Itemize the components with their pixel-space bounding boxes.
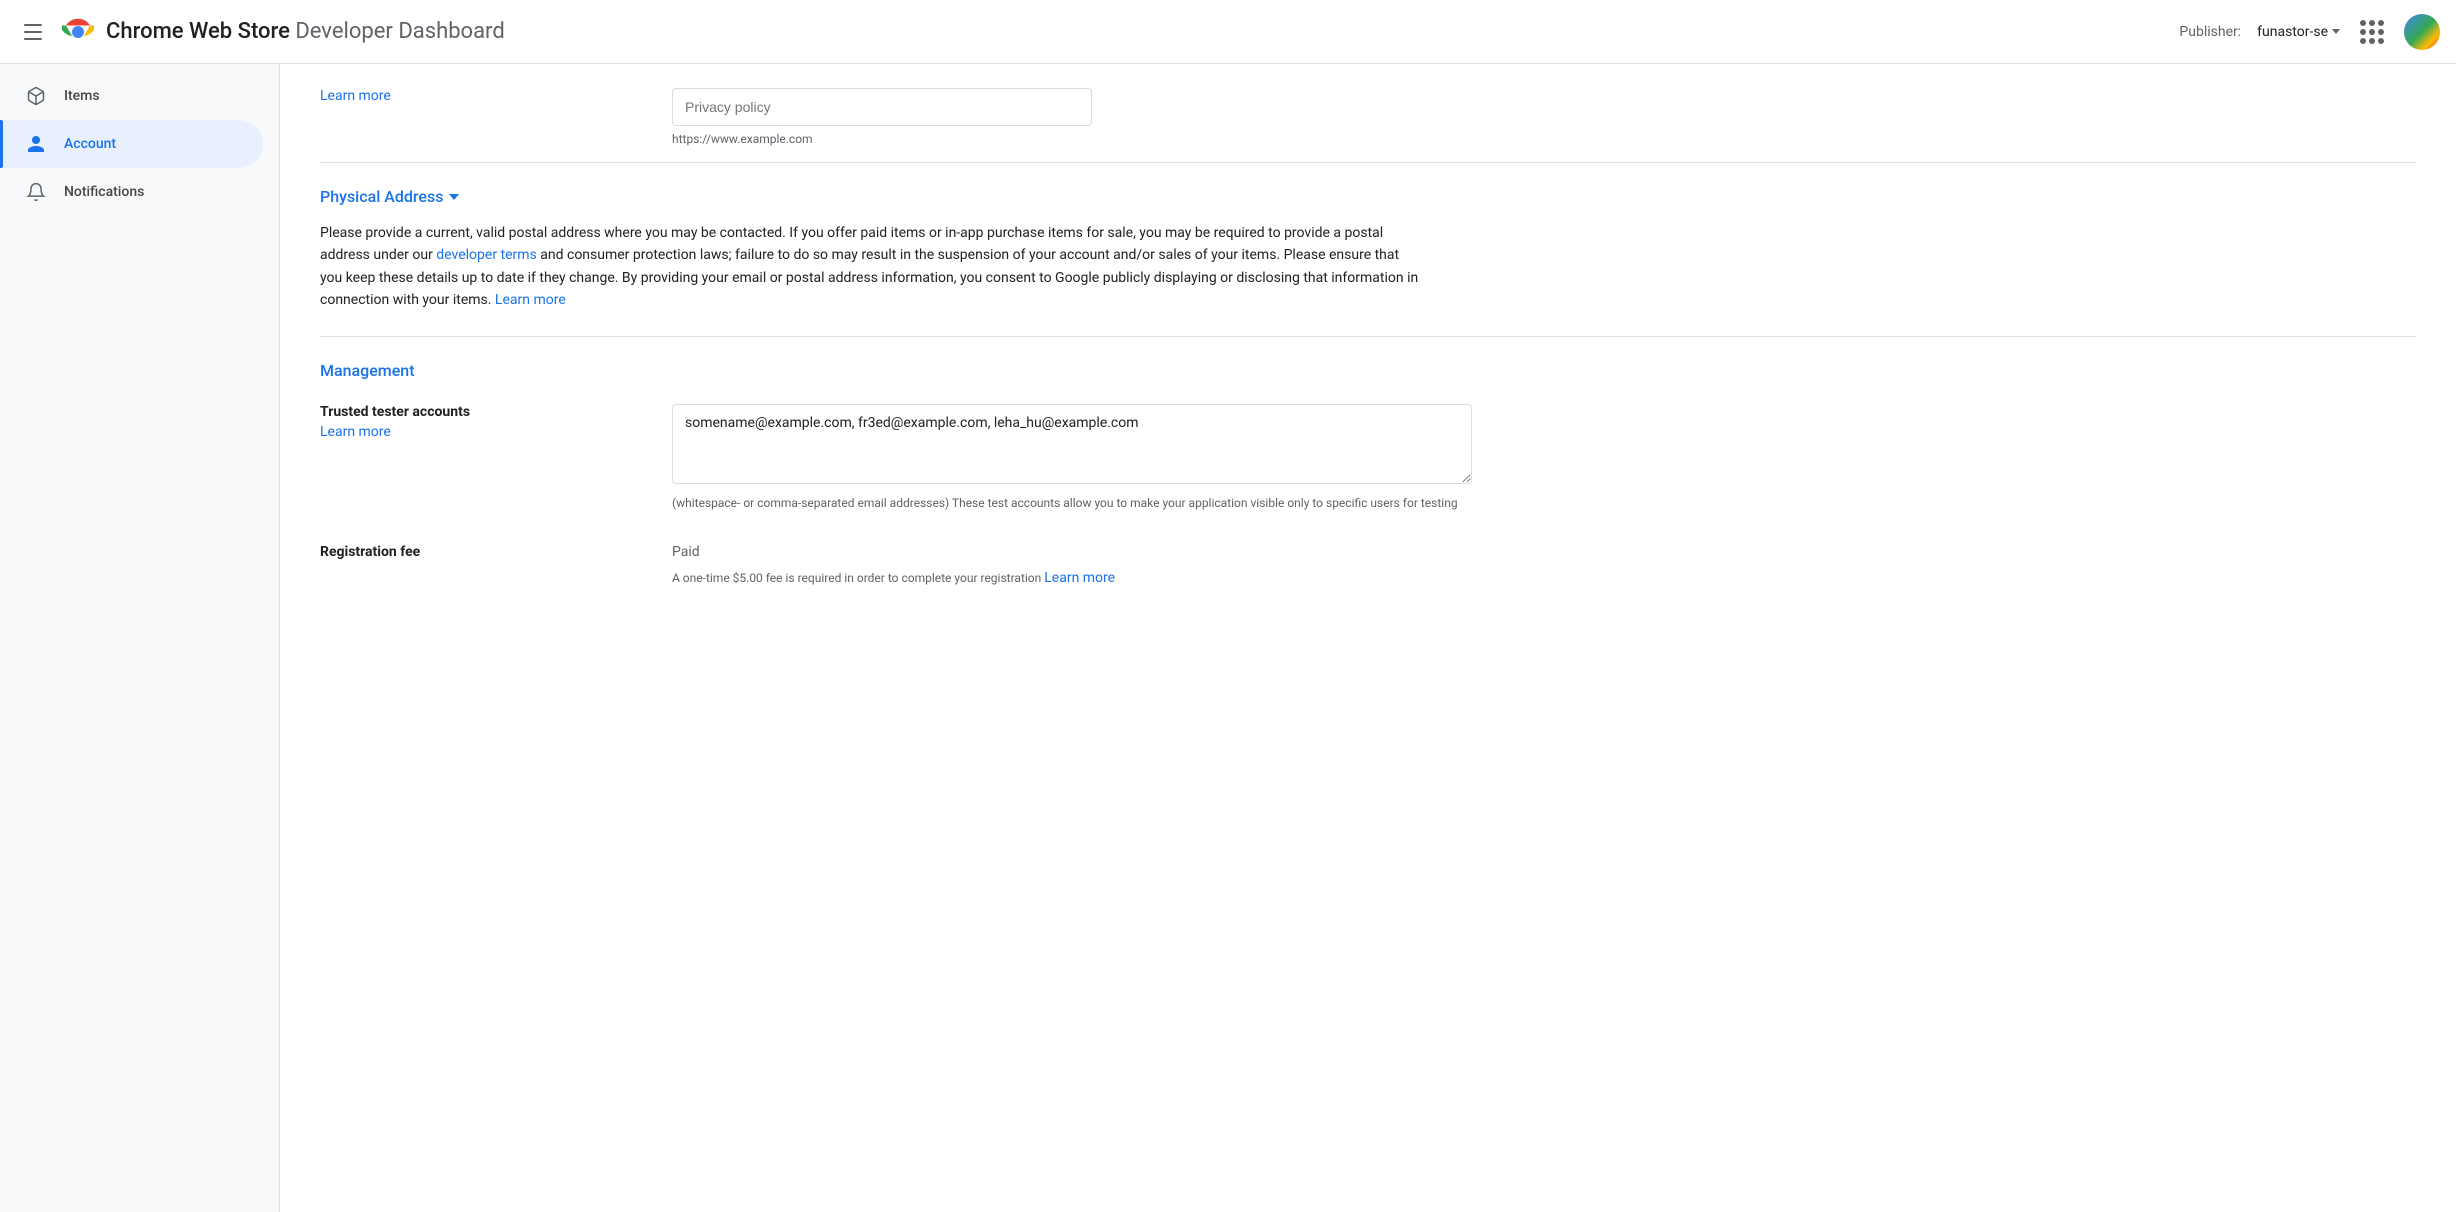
- trusted-tester-hint: (whitespace- or comma-separated email ad…: [672, 494, 1472, 512]
- privacy-policy-learn-more-link[interactable]: Learn more: [320, 88, 391, 104]
- registration-fee-row: Registration fee Paid A one-time $5.00 f…: [320, 544, 2416, 589]
- registration-fee-value-col: Paid A one-time $5.00 fee is required in…: [672, 544, 2416, 589]
- trusted-tester-row: Trusted tester accounts Learn more somen…: [320, 404, 2416, 512]
- developer-terms-link[interactable]: developer terms: [436, 247, 537, 263]
- sidebar-item-account[interactable]: Account: [0, 120, 263, 168]
- publisher-label: Publisher:: [2179, 24, 2241, 40]
- physical-address-description: Please provide a current, valid postal a…: [320, 222, 1420, 312]
- privacy-policy-input-col: https://www.example.com: [672, 88, 2416, 146]
- physical-address-chevron-icon: [449, 194, 459, 200]
- registration-fee-value: Paid: [672, 544, 2416, 560]
- main-content: Learn more https://www.example.com Physi…: [280, 64, 2456, 1212]
- main-layout: Items Account Notifications: [0, 64, 2456, 1212]
- publisher-dropdown-arrow-icon: [2332, 29, 2340, 34]
- trusted-tester-label: Trusted tester accounts: [320, 404, 640, 420]
- sidebar-items-label: Items: [64, 88, 100, 104]
- sidebar-item-notifications[interactable]: Notifications: [0, 168, 263, 216]
- privacy-policy-input[interactable]: [672, 88, 1092, 126]
- registration-fee-learn-more-link[interactable]: Learn more: [1044, 570, 1115, 586]
- privacy-policy-section: Learn more https://www.example.com: [320, 64, 2416, 163]
- google-apps-button[interactable]: [2356, 16, 2388, 48]
- chrome-logo-icon: [62, 16, 94, 48]
- header-right: Publisher: funastor-se: [2179, 14, 2440, 50]
- sidebar-notifications-label: Notifications: [64, 184, 144, 200]
- hamburger-menu-button[interactable]: [16, 16, 50, 48]
- header-left: Chrome Web Store Developer Dashboard: [16, 16, 2179, 48]
- physical-address-title[interactable]: Physical Address: [320, 187, 2416, 206]
- management-title: Management: [320, 361, 2416, 380]
- registration-fee-label-col: Registration fee: [320, 544, 640, 560]
- header-title: Chrome Web Store Developer Dashboard: [106, 19, 505, 44]
- privacy-policy-label-col: Learn more: [320, 88, 640, 104]
- management-section: Management Trusted tester accounts Learn…: [320, 337, 2416, 645]
- sidebar: Items Account Notifications: [0, 64, 280, 1212]
- trusted-tester-label-col: Trusted tester accounts Learn more: [320, 404, 640, 440]
- trusted-tester-textarea[interactable]: somename@example.com, fr3ed@example.com,…: [672, 404, 1472, 484]
- sidebar-account-label: Account: [64, 136, 116, 152]
- registration-fee-hint: A one-time $5.00 fee is required in orde…: [672, 568, 2416, 589]
- privacy-policy-hint: https://www.example.com: [672, 132, 2416, 146]
- bell-icon: [24, 180, 48, 204]
- active-indicator: [0, 120, 3, 168]
- publisher-selector[interactable]: funastor-se: [2257, 24, 2340, 40]
- sidebar-item-items[interactable]: Items: [0, 72, 263, 120]
- trusted-tester-learn-more-link[interactable]: Learn more: [320, 424, 391, 440]
- physical-address-section: Physical Address Please provide a curren…: [320, 163, 2416, 337]
- physical-address-learn-more-link[interactable]: Learn more: [495, 292, 566, 308]
- app-header: Chrome Web Store Developer Dashboard Pub…: [0, 0, 2456, 64]
- trusted-tester-input-col: somename@example.com, fr3ed@example.com,…: [672, 404, 2416, 512]
- registration-fee-label: Registration fee: [320, 544, 640, 560]
- account-icon: [24, 132, 48, 156]
- package-icon: [24, 84, 48, 108]
- user-avatar-button[interactable]: [2404, 14, 2440, 50]
